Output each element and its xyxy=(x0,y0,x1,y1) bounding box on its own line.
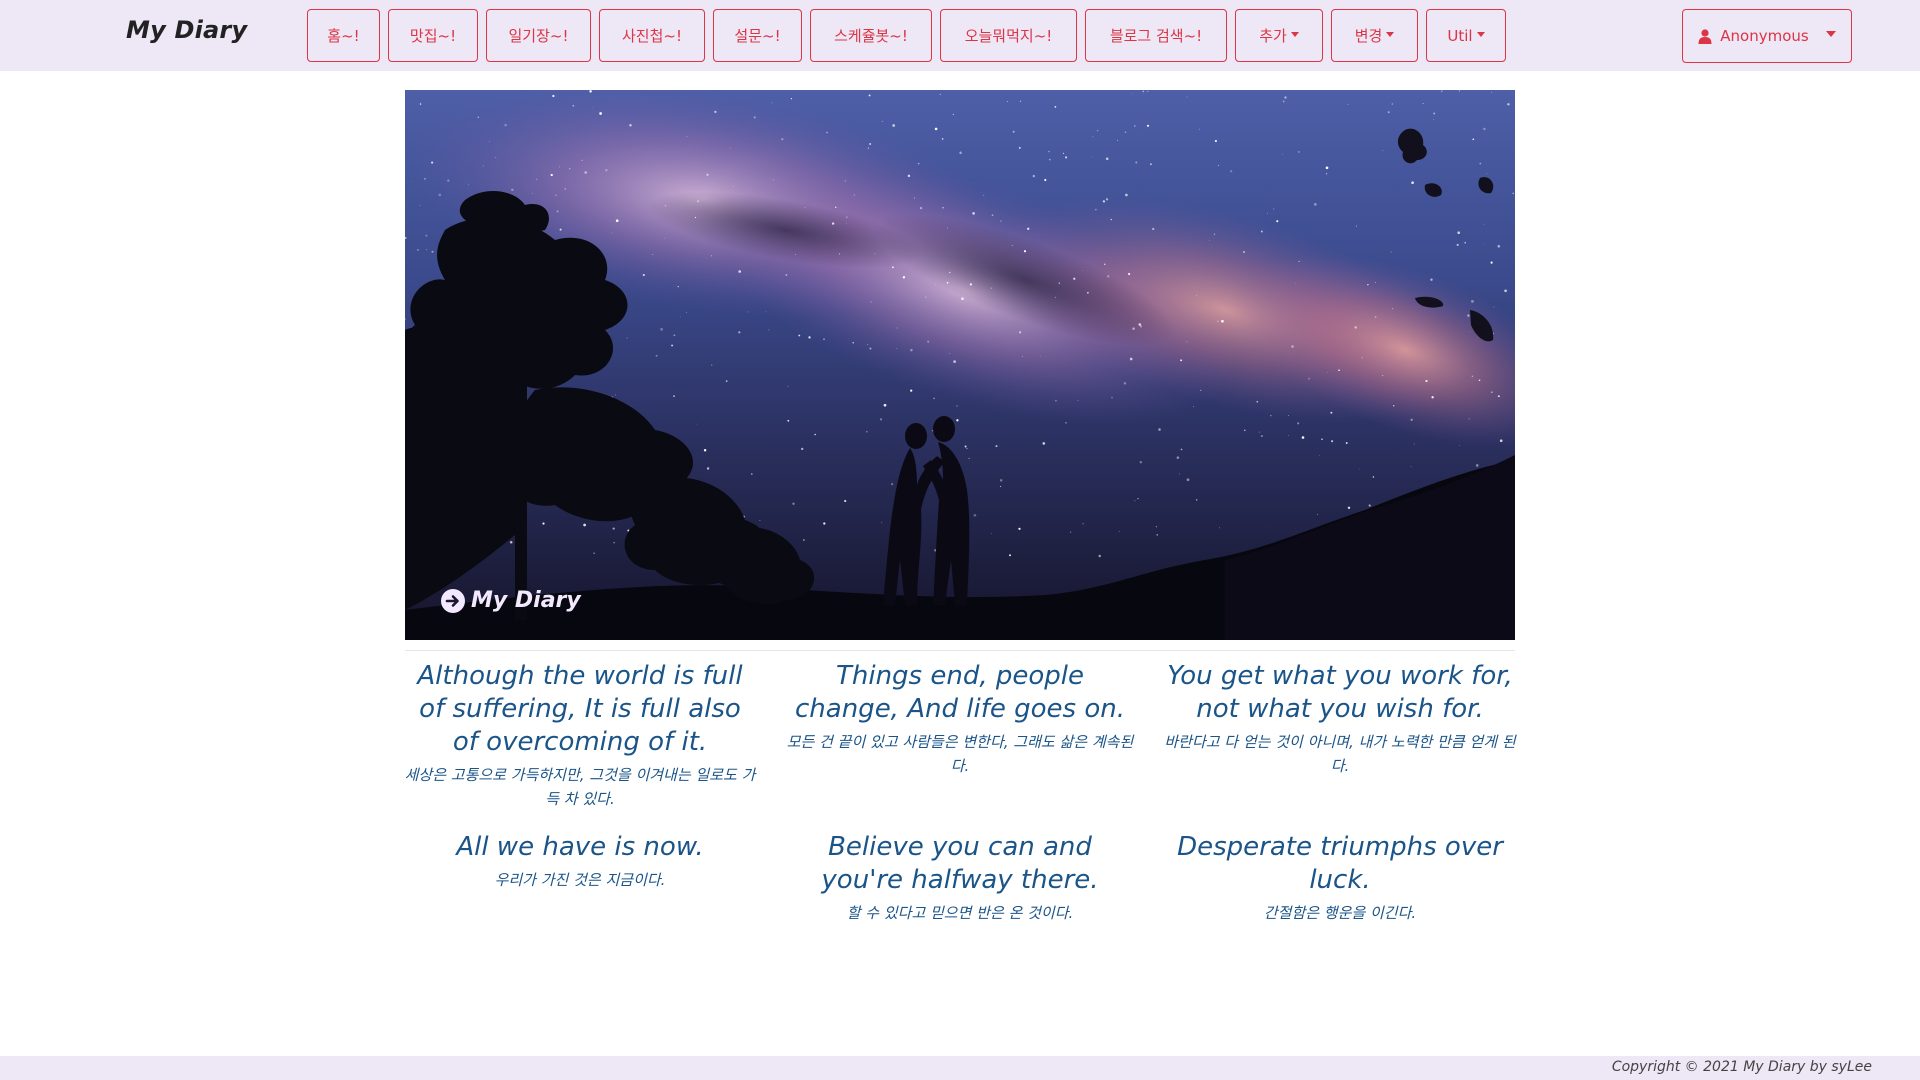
nav-home-label: 홈~! xyxy=(327,27,360,45)
copyright-text: Copyright © 2021 My Diary by syLee xyxy=(1611,1059,1872,1075)
quote-card: Things end, people change, And life goes… xyxy=(784,660,1136,778)
nav-schedule-bot[interactable]: 스케쥴봇~! xyxy=(810,9,932,62)
quote-english: Believe you can and you're halfway there… xyxy=(821,832,1099,895)
footer: Copyright © 2021 My Diary by syLee xyxy=(0,1056,1920,1080)
quote-english: Things end, people change, And life goes… xyxy=(795,661,1125,724)
navbar: My Diary 홈~! 맛집~! 일기장~! 사진첩~! 설문~! 스케쥴봇~… xyxy=(0,0,1920,71)
arrow-circle-right-icon xyxy=(441,588,465,613)
nav-survey[interactable]: 설문~! xyxy=(713,9,802,62)
quote-korean: 할 수 있다고 믿으면 반은 온 것이다. xyxy=(846,904,1074,922)
quote-card: You get what you work for, not what you … xyxy=(1164,660,1516,778)
nav-what-to-eat-label: 오늘뭐먹지~! xyxy=(964,27,1053,45)
nav-change-dropdown[interactable]: 변경 xyxy=(1331,9,1418,62)
quote-english: All we have is now. xyxy=(456,832,704,862)
quote-card: Desperate triumphs over luck. 간절함은 행운을 이… xyxy=(1164,831,1516,925)
nav-restaurants[interactable]: 맛집~! xyxy=(388,9,478,62)
nav-survey-label: 설문~! xyxy=(734,27,781,45)
hero-caption-link[interactable]: My Diary xyxy=(441,588,581,613)
nav-diary[interactable]: 일기장~! xyxy=(486,9,591,62)
nav-change-label: 변경 xyxy=(1354,27,1383,45)
nav-schedule-bot-label: 스케쥴봇~! xyxy=(834,27,908,45)
user-menu-button[interactable]: Anonymous xyxy=(1682,9,1852,63)
nav-util-dropdown[interactable]: Util xyxy=(1426,9,1506,62)
nav-add-dropdown[interactable]: 추가 xyxy=(1235,9,1323,62)
caret-down-icon xyxy=(1290,32,1299,37)
nav-album[interactable]: 사진첩~! xyxy=(599,9,705,62)
quote-korean: 간절함은 행운을 이긴다. xyxy=(1263,904,1417,922)
quote-korean: 우리가 가진 것은 지금이다. xyxy=(494,871,666,889)
caret-down-icon xyxy=(1825,31,1836,37)
nav-blog-search-label: 블로그 검색~! xyxy=(1109,27,1203,45)
caret-down-icon xyxy=(1476,32,1485,37)
nav-album-label: 사진첩~! xyxy=(622,27,682,45)
quote-korean: 세상은 고통으로 가득하지만, 그것을 이겨내는 일로도 가득 차 있다. xyxy=(404,766,756,808)
quote-english: You get what you work for, not what you … xyxy=(1167,661,1513,724)
user-icon xyxy=(1698,28,1712,44)
quote-card: All we have is now. 우리가 가진 것은 지금이다. xyxy=(404,831,756,892)
quote-english: Desperate triumphs over luck. xyxy=(1177,832,1503,895)
quote-card: Believe you can and you're halfway there… xyxy=(784,831,1136,925)
nav-diary-label: 일기장~! xyxy=(508,27,569,45)
quote-korean: 바란다고 다 얻는 것이 아니며, 내가 노력한 만큼 얻게 된다. xyxy=(1164,733,1516,775)
nav-add-label: 추가 xyxy=(1259,27,1287,45)
nav-blog-search[interactable]: 블로그 검색~! xyxy=(1085,9,1227,62)
quote-english: Although the world is full of suffering,… xyxy=(417,661,743,757)
nav-util-label: Util xyxy=(1447,26,1473,45)
hero-image: My Diary xyxy=(405,90,1515,640)
quote-korean: 모든 건 끝이 있고 사람들은 변한다, 그래도 삶은 계속된다. xyxy=(786,733,1134,775)
user-name: Anonymous xyxy=(1720,27,1809,45)
brand-logo[interactable]: My Diary xyxy=(126,16,247,44)
divider xyxy=(405,650,1515,651)
quote-card: Although the world is full of suffering,… xyxy=(404,660,756,811)
nav-home[interactable]: 홈~! xyxy=(307,9,380,62)
night-sky-illustration xyxy=(405,90,1515,640)
nav-what-to-eat[interactable]: 오늘뭐먹지~! xyxy=(940,9,1077,62)
caret-down-icon xyxy=(1386,32,1395,37)
nav-restaurants-label: 맛집~! xyxy=(409,27,457,45)
hero-caption-text: My Diary xyxy=(471,588,581,613)
